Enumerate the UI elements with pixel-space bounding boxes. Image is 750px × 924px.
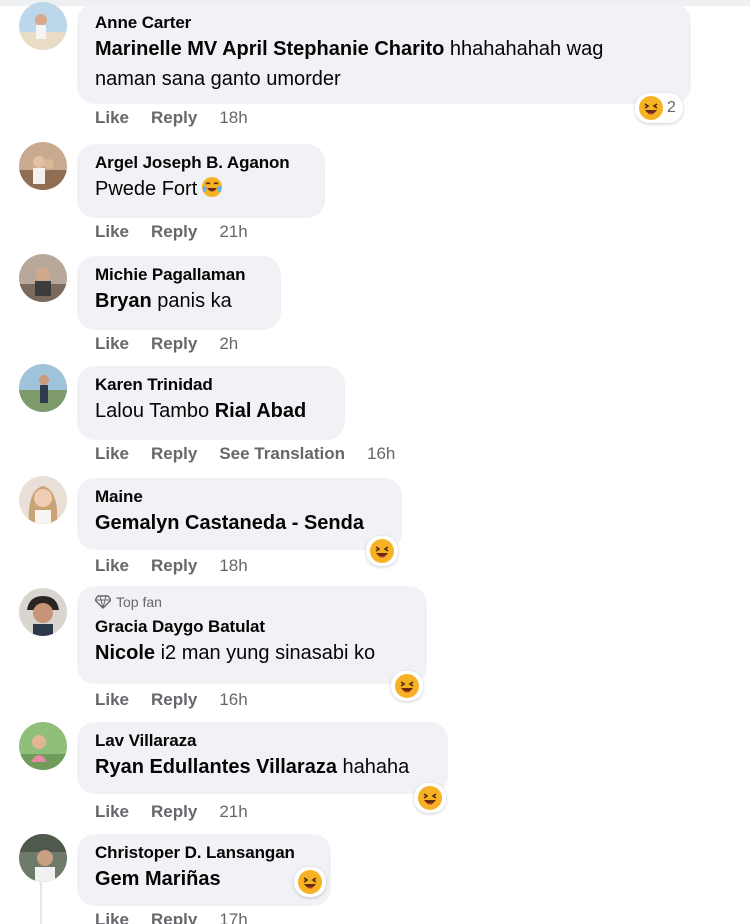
comment-text: Marinelle MV April Stephanie Charito hha… <box>95 38 604 90</box>
reaction-summary[interactable] <box>414 783 446 813</box>
like-button[interactable]: Like <box>95 802 129 822</box>
comment-bubble: Top fan Gracia Daygo Batulat Nicole i2 m… <box>77 586 427 684</box>
mention-link[interactable]: Bryan <box>95 290 152 312</box>
avatar[interactable] <box>19 476 67 524</box>
comment-bubble: Lav Villaraza Ryan Edullantes Villaraza … <box>77 722 448 794</box>
comment-text: Ryan Edullantes Villaraza hahaha <box>95 756 410 778</box>
comment-timestamp[interactable]: 18h <box>219 556 247 576</box>
comment-text: Nicole i2 man yung sinasabi ko <box>95 642 376 664</box>
comment-actions: Like Reply See Translation 16h <box>95 444 417 464</box>
avatar[interactable] <box>19 588 67 636</box>
diamond-icon <box>95 595 111 609</box>
avatar[interactable] <box>19 142 67 190</box>
comment-author[interactable]: Christoper D. Lansangan <box>95 842 313 864</box>
mention-link[interactable]: Marinelle MV April Stephanie Charito <box>95 38 444 60</box>
comment-author[interactable]: Michie Pagallaman <box>95 264 263 286</box>
comment-actions: Like Reply 18h <box>95 556 270 576</box>
comment-bubble: Maine Gemalyn Castaneda - Senda <box>77 478 402 550</box>
like-button[interactable]: Like <box>95 444 129 464</box>
laughing-face-icon <box>370 539 394 563</box>
mention-link[interactable]: Ryan Edullantes Villaraza <box>95 756 337 778</box>
comment-timestamp[interactable]: 2h <box>219 334 238 354</box>
reply-button[interactable]: Reply <box>151 802 197 822</box>
reaction-count: 2 <box>667 99 676 116</box>
mention-link[interactable]: Gem Mariñas <box>95 868 221 890</box>
like-button[interactable]: Like <box>95 690 129 710</box>
like-button[interactable]: Like <box>95 910 129 924</box>
reply-button[interactable]: Reply <box>151 556 197 576</box>
mention-link[interactable]: Gemalyn Castaneda - Senda <box>95 512 364 534</box>
top-fan-badge: Top fan <box>95 594 409 610</box>
comment-bubble: Michie Pagallaman Bryan panis ka <box>77 256 281 330</box>
reaction-summary[interactable] <box>366 536 398 566</box>
avatar[interactable] <box>19 2 67 50</box>
comment-author[interactable]: Lav Villaraza <box>95 730 430 752</box>
avatar[interactable] <box>19 834 67 882</box>
tears-of-joy-emoji-icon <box>202 177 223 197</box>
mention-link[interactable]: Rial Abad <box>215 400 307 422</box>
comment-author[interactable]: Gracia Daygo Batulat <box>95 616 409 638</box>
comment-bubble: Karen Trinidad Lalou Tambo Rial Abad <box>77 366 345 440</box>
comment-author[interactable]: Argel Joseph B. Aganon <box>95 152 307 174</box>
like-button[interactable]: Like <box>95 222 129 242</box>
comment-actions: Like Reply 21h <box>95 222 270 242</box>
laughing-face-icon <box>298 870 322 894</box>
avatar[interactable] <box>19 722 67 770</box>
like-button[interactable]: Like <box>95 556 129 576</box>
comment-timestamp[interactable]: 21h <box>219 802 247 822</box>
comment-timestamp[interactable]: 16h <box>219 690 247 710</box>
reply-button[interactable]: Reply <box>151 910 197 924</box>
reply-button[interactable]: Reply <box>151 690 197 710</box>
comment-author[interactable]: Maine <box>95 486 384 508</box>
reaction-summary[interactable]: 2 <box>635 93 683 123</box>
comment-actions: Like Reply 2h <box>95 334 260 354</box>
comment-bubble: Christoper D. Lansangan Gem Mariñas <box>77 834 331 906</box>
reply-button[interactable]: Reply <box>151 444 197 464</box>
comment-timestamp[interactable]: 17h <box>219 910 247 924</box>
laughing-face-icon <box>418 786 442 810</box>
comment-timestamp[interactable]: 21h <box>219 222 247 242</box>
reply-button[interactable]: Reply <box>151 108 197 128</box>
mention-link[interactable]: Nicole <box>95 642 155 664</box>
comment-timestamp[interactable]: 18h <box>219 108 247 128</box>
comment-author[interactable]: Anne Carter <box>95 12 673 34</box>
comment-author[interactable]: Karen Trinidad <box>95 374 327 396</box>
comment-text: Bryan panis ka <box>95 290 232 312</box>
comment-text: Pwede Fort <box>95 174 307 204</box>
laughing-face-icon <box>395 674 419 698</box>
like-button[interactable]: Like <box>95 334 129 354</box>
comment-bubble: Anne Carter Marinelle MV April Stephanie… <box>77 4 691 104</box>
comment-text: Gemalyn Castaneda - Senda <box>95 508 384 538</box>
see-translation-button[interactable]: See Translation <box>219 444 345 464</box>
reaction-summary[interactable] <box>294 867 326 897</box>
reply-button[interactable]: Reply <box>151 222 197 242</box>
comment-actions: Like Reply 21h <box>95 802 270 822</box>
reaction-summary[interactable] <box>391 671 423 701</box>
avatar[interactable] <box>19 364 67 412</box>
comment-actions: Like Reply 16h <box>95 690 270 710</box>
avatar[interactable] <box>19 254 67 302</box>
like-button[interactable]: Like <box>95 108 129 128</box>
comment-text: Gem Mariñas <box>95 864 313 894</box>
comment-bubble: Argel Joseph B. Aganon Pwede Fort <box>77 144 325 218</box>
comment-actions: Like Reply 18h <box>95 108 270 128</box>
comment-timestamp[interactable]: 16h <box>367 444 395 464</box>
reply-button[interactable]: Reply <box>151 334 197 354</box>
comment-actions: Like Reply 17h <box>95 910 270 924</box>
comment-text: Lalou Tambo Rial Abad <box>95 400 307 422</box>
laughing-face-icon <box>639 96 663 120</box>
